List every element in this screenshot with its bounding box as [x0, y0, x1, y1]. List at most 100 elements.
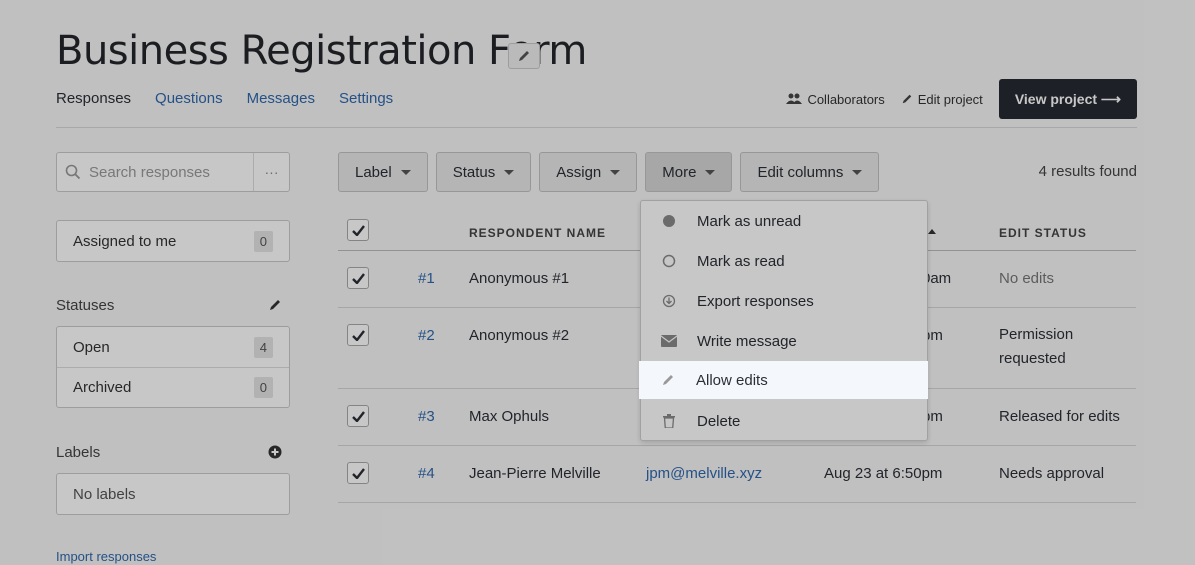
menu-item-allow-edits[interactable]: Allow edits	[639, 361, 928, 399]
checkmark-icon	[351, 410, 365, 422]
sort-asc-icon	[928, 229, 936, 234]
menu-item-label: Export responses	[697, 292, 814, 310]
tab-messages[interactable]: Messages	[247, 90, 315, 107]
respondent-name: Anonymous #2	[469, 327, 570, 344]
collaborators-label: Collaborators	[807, 91, 885, 107]
search-box: Search responses ···	[56, 152, 290, 192]
search-options-button[interactable]: ···	[253, 153, 289, 191]
tab-responses[interactable]: Responses	[56, 90, 131, 107]
labels-heading: Labels	[56, 444, 101, 461]
edit-status: No edits	[999, 270, 1055, 287]
status-count: 4	[253, 336, 273, 358]
pencil-icon	[519, 51, 529, 61]
menu-item-write-message[interactable]: Write message	[641, 321, 927, 361]
assigned-filter: Assigned to me 0	[56, 220, 290, 262]
row-checkbox[interactable]	[347, 405, 369, 427]
checkmark-icon	[351, 272, 365, 284]
filled-circle-icon	[663, 215, 675, 227]
users-icon	[786, 93, 803, 104]
table-row[interactable]: #4 Jean-Pierre Melville jpm@melville.xyz…	[338, 446, 1136, 503]
tab-settings[interactable]: Settings	[339, 90, 393, 107]
respondent-name: Jean-Pierre Melville	[469, 465, 601, 482]
statuses-heading: Statuses	[56, 297, 115, 314]
respondent-email[interactable]: jpm@melville.xyz	[646, 465, 762, 482]
menu-item-delete[interactable]: Delete	[641, 401, 927, 441]
edit-columns-label: Edit columns	[757, 163, 844, 181]
row-checkbox[interactable]	[347, 324, 369, 346]
edit-status: Needs approval	[999, 465, 1105, 482]
label-dropdown[interactable]: Label	[338, 152, 428, 192]
envelope-icon	[661, 335, 677, 347]
tab-questions[interactable]: Questions	[155, 90, 223, 107]
plus-circle-icon[interactable]	[268, 445, 282, 459]
edit-status: Released for edits	[999, 408, 1120, 425]
row-checkbox[interactable]	[347, 267, 369, 289]
status-item-archived[interactable]: Archived 0	[57, 367, 289, 407]
header-divider	[56, 127, 1137, 128]
checkmark-icon	[351, 329, 365, 341]
menu-item-mark-unread[interactable]: Mark as unread	[641, 201, 927, 241]
label-dropdown-label: Label	[355, 163, 392, 181]
menu-item-label: Allow edits	[696, 371, 768, 389]
collaborators-link[interactable]: Collaborators	[786, 91, 885, 107]
status-dropdown[interactable]: Status	[435, 152, 532, 192]
status-count: 0	[253, 377, 273, 398]
chevron-down-icon	[610, 169, 621, 175]
pencil-icon	[902, 94, 912, 104]
status-item-open[interactable]: Open 4	[57, 327, 289, 367]
checkmark-icon	[351, 467, 365, 479]
menu-item-label: Mark as unread	[697, 212, 802, 230]
response-toolbar: Label Status Assign More Edit columns	[338, 152, 880, 192]
chevron-down-icon	[852, 169, 863, 175]
checkmark-icon	[351, 224, 365, 236]
pencil-icon[interactable]	[268, 298, 282, 312]
no-labels-text: No labels	[73, 485, 136, 503]
empty-circle-icon	[662, 254, 676, 268]
search-icon	[65, 164, 81, 180]
statuses-list: Open 4 Archived 0	[56, 326, 290, 408]
status-dropdown-label: Status	[452, 163, 496, 181]
select-all-checkbox[interactable]	[347, 219, 369, 241]
import-responses-link[interactable]: Import responses	[56, 549, 156, 564]
edit-project-label: Edit project	[917, 91, 983, 107]
edit-columns-dropdown[interactable]: Edit columns	[740, 152, 880, 192]
row-checkbox[interactable]	[347, 462, 369, 484]
column-header-name[interactable]: RESPONDENT NAME	[469, 226, 606, 240]
response-date: Aug 23 at 6:50pm	[824, 465, 943, 482]
more-menu: Mark as unread Mark as read Export respo…	[640, 200, 928, 441]
project-tabs: Responses Questions Messages Settings	[56, 90, 393, 107]
respondent-name: Max Ophuls	[469, 408, 550, 425]
edit-project-link[interactable]: Edit project	[901, 92, 983, 107]
more-dropdown-label: More	[662, 163, 697, 181]
project-actions: Collaborators Edit project View project …	[786, 79, 1137, 119]
response-id[interactable]: #3	[418, 408, 435, 425]
search-input[interactable]: Search responses	[89, 164, 210, 181]
chevron-down-icon	[705, 169, 716, 175]
edit-status: Permission requested	[999, 326, 1074, 367]
column-header-edit-status[interactable]: EDIT STATUS	[999, 226, 1087, 240]
response-id[interactable]: #1	[418, 270, 435, 287]
labels-list: No labels	[56, 473, 290, 515]
menu-item-label: Write message	[697, 332, 797, 350]
assigned-to-me-item[interactable]: Assigned to me 0	[57, 221, 289, 261]
edit-title-button[interactable]	[508, 43, 540, 69]
status-label: Open	[73, 338, 110, 356]
assign-dropdown[interactable]: Assign	[539, 152, 638, 192]
results-count: 4 results found	[1038, 163, 1137, 180]
no-labels-item: No labels	[57, 474, 289, 514]
status-label: Archived	[73, 379, 132, 396]
menu-item-export[interactable]: Export responses	[641, 281, 927, 321]
response-id[interactable]: #2	[418, 327, 435, 344]
chevron-down-icon	[400, 169, 411, 175]
respondent-name: Anonymous #1	[469, 270, 570, 287]
download-circle-icon	[662, 294, 676, 308]
view-project-button[interactable]: View project ⟶	[998, 79, 1137, 119]
trash-icon	[663, 414, 675, 428]
assigned-to-me-label: Assigned to me	[73, 232, 177, 250]
menu-item-mark-read[interactable]: Mark as read	[641, 241, 927, 281]
response-id[interactable]: #4	[418, 465, 435, 482]
more-dropdown[interactable]: More	[645, 152, 733, 192]
assigned-count: 0	[253, 230, 273, 252]
chevron-down-icon	[504, 169, 515, 175]
pencil-icon	[662, 375, 673, 385]
